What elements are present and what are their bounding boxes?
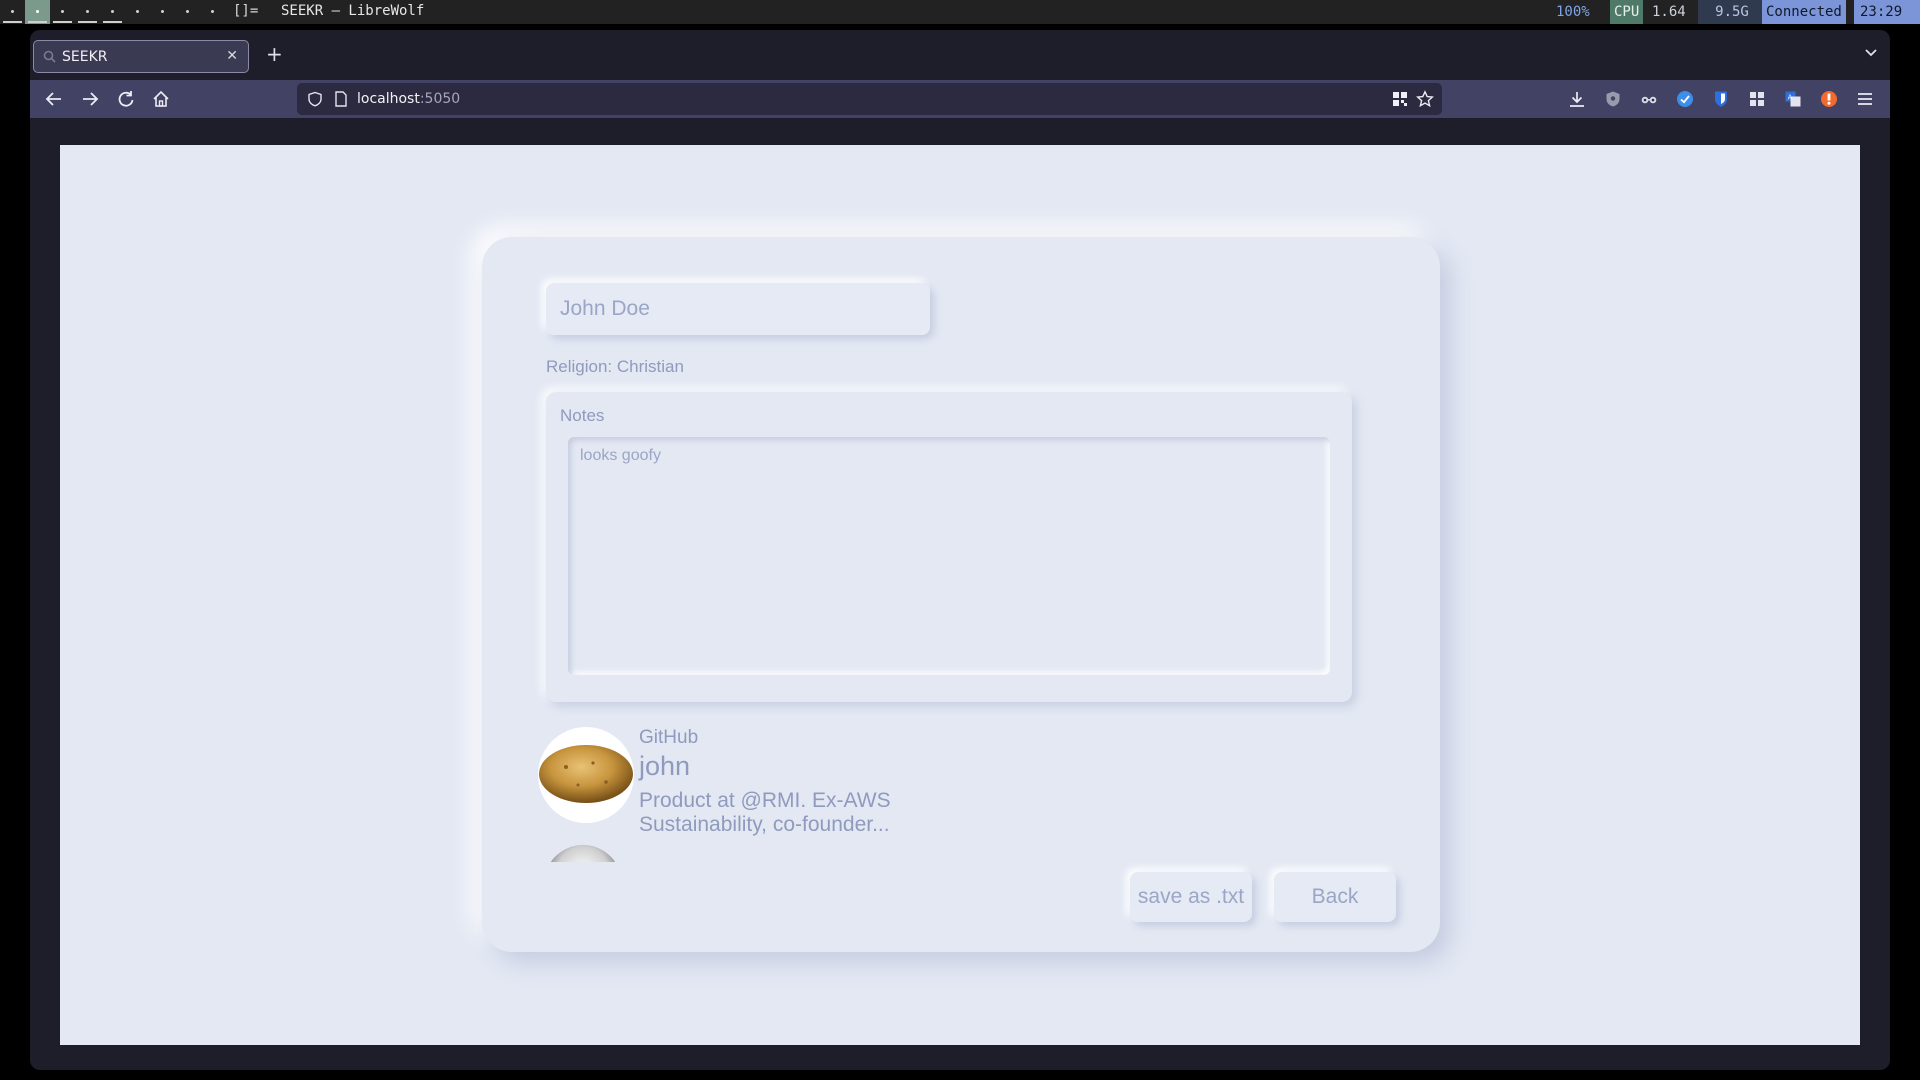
window-title: SEEKR — LibreWolf bbox=[281, 3, 425, 19]
workspace-7[interactable] bbox=[150, 0, 175, 24]
potato-avatar-image bbox=[539, 745, 633, 803]
bitwarden-icon[interactable] bbox=[1712, 90, 1730, 108]
workspace-3[interactable] bbox=[50, 0, 75, 24]
profile-username[interactable]: john bbox=[639, 751, 690, 782]
browser-window: SEEKR ✕ + localhost:5050 A John Doe Reli… bbox=[30, 30, 1890, 1070]
tab-seekr[interactable]: SEEKR ✕ bbox=[33, 40, 249, 73]
url-host: localhost bbox=[357, 91, 420, 107]
bookmark-star-icon[interactable] bbox=[1416, 90, 1434, 108]
workspace-1[interactable] bbox=[0, 0, 25, 24]
back-button[interactable]: Back bbox=[1274, 872, 1396, 922]
workspace-6[interactable] bbox=[125, 0, 150, 24]
extension-glasses-icon[interactable] bbox=[1640, 90, 1658, 108]
svg-text:A: A bbox=[1788, 94, 1793, 102]
profile-platform: GitHub bbox=[639, 727, 699, 748]
name-field[interactable]: John Doe bbox=[546, 283, 930, 335]
cpu-label: CPU bbox=[1610, 0, 1644, 24]
page-info-icon[interactable] bbox=[334, 91, 348, 107]
back-icon[interactable] bbox=[44, 89, 64, 109]
qr-code-icon[interactable] bbox=[1392, 91, 1408, 107]
cpu-load: 1.64 bbox=[1652, 4, 1686, 20]
avatar[interactable] bbox=[538, 727, 634, 823]
new-tab-icon[interactable]: + bbox=[266, 44, 283, 64]
url-bar[interactable]: localhost:5050 bbox=[297, 83, 1442, 115]
tab-close-icon[interactable]: ✕ bbox=[226, 48, 238, 64]
memory-status: 9.5G bbox=[1698, 0, 1766, 24]
translate-icon[interactable]: A bbox=[1784, 90, 1802, 108]
profile-list[interactable]: GitHub john Product at @RMI. Ex-AWS Sust… bbox=[532, 717, 1132, 862]
workspace-5[interactable] bbox=[100, 0, 125, 24]
download-icon[interactable] bbox=[1568, 90, 1586, 108]
home-icon[interactable] bbox=[151, 89, 171, 109]
reload-icon[interactable] bbox=[116, 89, 136, 109]
tracking-protection-shield-icon[interactable] bbox=[307, 91, 323, 107]
notes-panel: Notes looks goofy bbox=[546, 392, 1352, 702]
extension-shield-icon[interactable] bbox=[1604, 90, 1622, 108]
second-profile-avatar[interactable] bbox=[544, 845, 622, 862]
tab-label: SEEKR bbox=[62, 49, 108, 65]
extension-grid-icon[interactable] bbox=[1748, 90, 1766, 108]
menu-icon[interactable] bbox=[1856, 90, 1874, 108]
profile-bio: Product at @RMI. Ex-AWS Sustainability, … bbox=[639, 789, 891, 836]
volume-status: 100% bbox=[1556, 4, 1590, 20]
notes-label: Notes bbox=[560, 406, 605, 425]
workspace-8[interactable] bbox=[175, 0, 200, 24]
ublock-icon[interactable] bbox=[1820, 90, 1838, 108]
extension-blue-check-icon[interactable] bbox=[1676, 90, 1694, 108]
network-status: Connected bbox=[1762, 0, 1846, 24]
workspace-9[interactable] bbox=[200, 0, 225, 24]
religion-label: Religion: Christian bbox=[546, 357, 684, 376]
tab-strip: SEEKR ✕ + bbox=[30, 30, 1890, 80]
page-content: John Doe Religion: Christian Notes looks… bbox=[60, 145, 1860, 1045]
workspace-list bbox=[0, 0, 225, 24]
notes-textarea[interactable]: looks goofy bbox=[568, 437, 1330, 675]
workspace-4[interactable] bbox=[75, 0, 100, 24]
url-text[interactable]: localhost:5050 bbox=[357, 91, 460, 107]
save-as-txt-button[interactable]: save as .txt bbox=[1130, 872, 1252, 922]
nav-bar: localhost:5050 A bbox=[30, 80, 1890, 118]
list-all-tabs-icon[interactable] bbox=[1864, 46, 1878, 60]
profile-card: John Doe Religion: Christian Notes looks… bbox=[482, 237, 1440, 952]
clock: 23:29 bbox=[1854, 0, 1920, 24]
tab-favicon-search-icon bbox=[43, 50, 56, 63]
layout-indicator[interactable]: []= bbox=[233, 3, 258, 19]
url-port: :5050 bbox=[419, 91, 461, 107]
workspace-2[interactable] bbox=[25, 0, 50, 24]
forward-icon[interactable] bbox=[80, 89, 100, 109]
system-bar: []= SEEKR — LibreWolf 100% CPU 1.64 9.5G… bbox=[0, 0, 1920, 24]
